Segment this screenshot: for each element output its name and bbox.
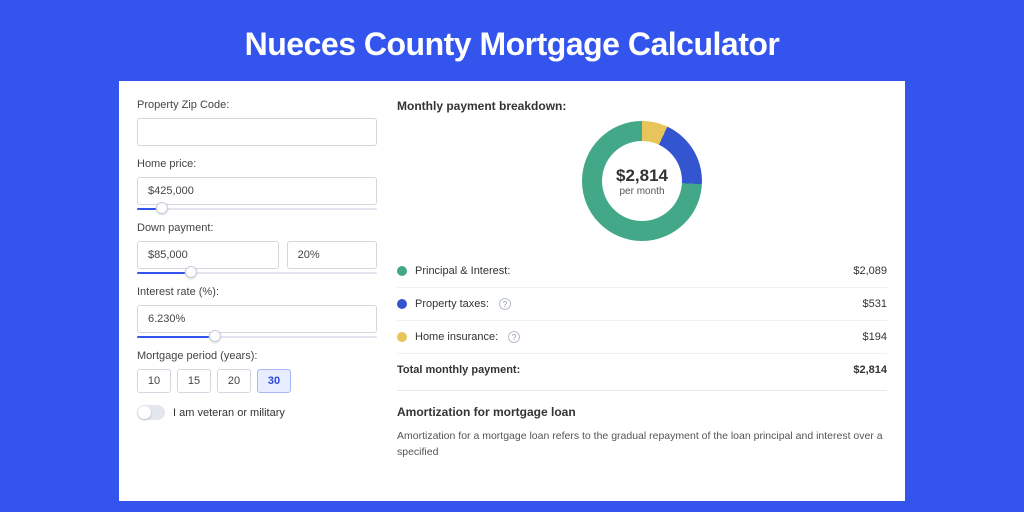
breakdown-row-insurance: Home insurance: ? $194: [397, 320, 887, 353]
period-10-button[interactable]: 10: [137, 369, 171, 393]
breakdown-heading: Monthly payment breakdown:: [397, 99, 887, 113]
period-30-button[interactable]: 30: [257, 369, 291, 393]
zip-input[interactable]: [137, 118, 377, 146]
calculator-panel-frame: Property Zip Code: Home price: Down paym…: [119, 81, 905, 501]
field-interest-rate: Interest rate (%):: [137, 286, 377, 338]
home-price-label: Home price:: [137, 158, 377, 170]
field-zip: Property Zip Code:: [137, 99, 377, 146]
breakdown-row-taxes: Property taxes: ? $531: [397, 287, 887, 320]
interest-rate-label: Interest rate (%):: [137, 286, 377, 298]
field-veteran: I am veteran or military: [137, 405, 377, 420]
legend-dot-green: [397, 266, 407, 276]
interest-rate-slider[interactable]: [137, 336, 377, 338]
donut-chart: $2,814 per month: [582, 121, 702, 241]
down-payment-slider-thumb[interactable]: [185, 266, 197, 278]
insurance-info-icon[interactable]: ?: [508, 331, 520, 343]
veteran-toggle-knob: [138, 406, 151, 419]
insurance-value: $194: [863, 331, 887, 343]
home-price-input[interactable]: [137, 177, 377, 205]
breakdown-row-total: Total monthly payment: $2,814: [397, 353, 887, 386]
mortgage-period-label: Mortgage period (years):: [137, 350, 377, 362]
donut-center-value: $2,814: [616, 166, 668, 186]
total-label: Total monthly payment:: [397, 364, 520, 376]
period-15-button[interactable]: 15: [177, 369, 211, 393]
principal-value: $2,089: [853, 265, 887, 277]
interest-rate-input[interactable]: [137, 305, 377, 333]
home-price-slider[interactable]: [137, 208, 377, 210]
breakdown-row-principal: Principal & Interest: $2,089: [397, 255, 887, 287]
donut-center-sub: per month: [619, 186, 664, 197]
mortgage-period-group: 10 15 20 30: [137, 369, 377, 393]
down-payment-label: Down payment:: [137, 222, 377, 234]
taxes-label: Property taxes:: [415, 298, 489, 310]
taxes-info-icon[interactable]: ?: [499, 298, 511, 310]
legend-dot-blue: [397, 299, 407, 309]
field-mortgage-period: Mortgage period (years): 10 15 20 30: [137, 350, 377, 393]
amortization-section: Amortization for mortgage loan Amortizat…: [397, 390, 887, 461]
donut-chart-wrap: $2,814 per month: [397, 121, 887, 241]
results-column: Monthly payment breakdown: $2,814 per mo…: [397, 99, 887, 501]
calculator-card: Property Zip Code: Home price: Down paym…: [119, 81, 905, 501]
total-value: $2,814: [853, 364, 887, 376]
principal-label: Principal & Interest:: [415, 265, 510, 277]
down-payment-amount-input[interactable]: [137, 241, 279, 269]
insurance-label: Home insurance:: [415, 331, 498, 343]
down-payment-percent-input[interactable]: [287, 241, 377, 269]
taxes-value: $531: [863, 298, 887, 310]
interest-rate-slider-thumb[interactable]: [209, 330, 221, 342]
form-column: Property Zip Code: Home price: Down paym…: [137, 99, 377, 501]
period-20-button[interactable]: 20: [217, 369, 251, 393]
breakdown-list: Principal & Interest: $2,089 Property ta…: [397, 255, 887, 386]
donut-center: $2,814 per month: [602, 141, 682, 221]
field-down-payment: Down payment:: [137, 222, 377, 274]
amortization-text: Amortization for a mortgage loan refers …: [397, 429, 887, 461]
amortization-title: Amortization for mortgage loan: [397, 405, 887, 419]
veteran-toggle[interactable]: [137, 405, 165, 420]
down-payment-slider[interactable]: [137, 272, 377, 274]
zip-label: Property Zip Code:: [137, 99, 377, 111]
veteran-label: I am veteran or military: [173, 407, 285, 419]
page-title: Nueces County Mortgage Calculator: [0, 0, 1024, 81]
legend-dot-yellow: [397, 332, 407, 342]
home-price-slider-thumb[interactable]: [156, 202, 168, 214]
field-home-price: Home price:: [137, 158, 377, 210]
